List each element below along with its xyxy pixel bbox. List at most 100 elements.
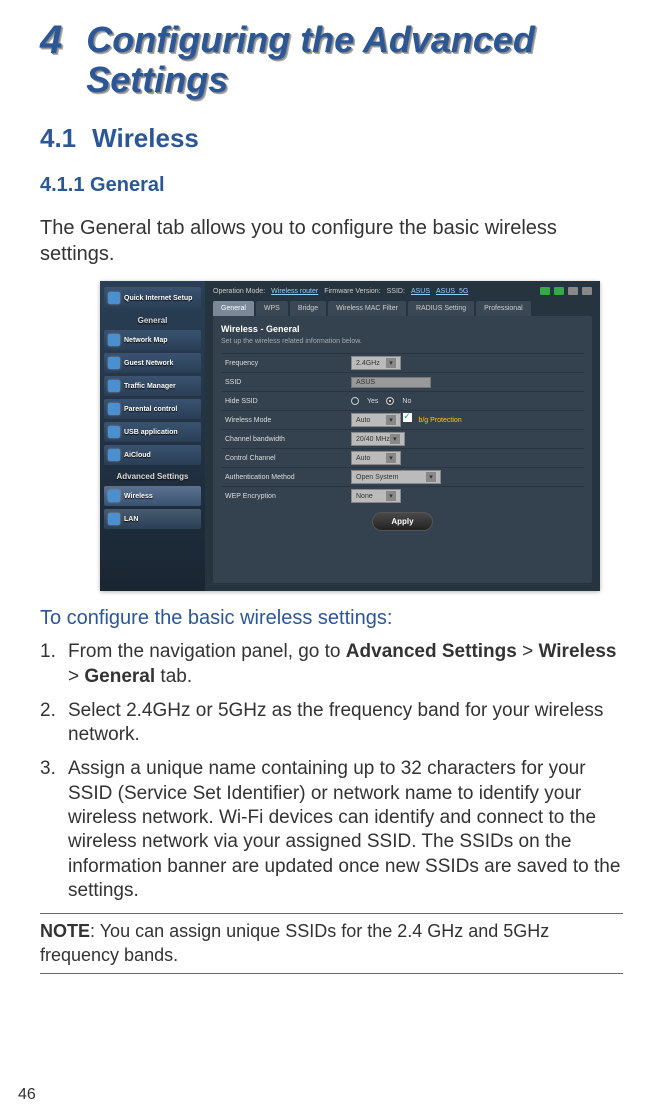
usb-icon xyxy=(108,426,120,438)
subsection-heading: 4.1.1 General xyxy=(40,174,623,197)
sidebar-item-label: AiCloud xyxy=(124,452,151,459)
sidebar-item-parental-control[interactable]: Parental control xyxy=(104,399,201,419)
chevron-down-icon: ▾ xyxy=(386,453,396,463)
chevron-down-icon: ▾ xyxy=(386,491,396,501)
sidebar-item-label: LAN xyxy=(124,516,138,523)
map-icon xyxy=(108,334,120,346)
section-title: Wireless xyxy=(92,123,199,153)
tab-wps[interactable]: WPS xyxy=(256,301,288,316)
router-screenshot: Quick Internet Setup General Network Map… xyxy=(100,281,600,591)
form-row-wireless-mode: Wireless Mode Auto▾ b/g Protection xyxy=(221,410,584,429)
control-channel-select[interactable]: Auto▾ xyxy=(351,451,401,465)
page-number: 46 xyxy=(18,1086,36,1104)
instructions-heading: To configure the basic wireless settings… xyxy=(40,607,623,630)
ssid-2-link[interactable]: ASUS_5G xyxy=(436,288,468,295)
note-text: You can assign unique SSIDs for the 2.4 … xyxy=(40,921,549,964)
chapter-heading: 4 Configuring the Advanced Settings xyxy=(40,20,623,99)
sidebar-item-traffic-manager[interactable]: Traffic Manager xyxy=(104,376,201,396)
step-3: Assign a unique name containing up to 32… xyxy=(40,757,623,903)
panel-title: Wireless - General xyxy=(221,324,584,334)
form-row-frequency: Frequency 2.4GHz▾ xyxy=(221,353,584,372)
bg-protection-label: b/g Protection xyxy=(418,417,461,424)
wireless-mode-label: Wireless Mode xyxy=(221,417,351,424)
sidebar-item-quick-setup[interactable]: Quick Internet Setup xyxy=(104,287,201,309)
router-topbar: Operation Mode: Wireless router Firmware… xyxy=(205,281,600,301)
op-mode-label: Operation Mode: xyxy=(213,288,265,295)
tab-mac-filter[interactable]: Wireless MAC Filter xyxy=(328,301,406,316)
hide-ssid-no-radio[interactable] xyxy=(386,397,394,405)
step-1: From the navigation panel, go to Advance… xyxy=(40,640,623,689)
sidebar-item-label: USB application xyxy=(124,429,178,436)
tab-general[interactable]: General xyxy=(213,301,254,316)
guest-icon xyxy=(108,357,120,369)
section-number: 4.1 xyxy=(40,123,76,153)
sidebar-item-label: Quick Internet Setup xyxy=(124,295,192,302)
sidebar-item-label: Traffic Manager xyxy=(124,383,176,390)
sidebar-item-usb-application[interactable]: USB application xyxy=(104,422,201,442)
channel-bw-label: Channel bandwidth xyxy=(221,436,351,443)
sidebar-header-general: General xyxy=(104,312,201,327)
sidebar-item-label: Wireless xyxy=(124,493,153,500)
sidebar-item-network-map[interactable]: Network Map xyxy=(104,330,201,350)
note-label: NOTE xyxy=(40,921,90,941)
chevron-down-icon: ▾ xyxy=(386,358,396,368)
firmware-label: Firmware Version: xyxy=(324,288,380,295)
lan-icon xyxy=(108,513,120,525)
ssid-1-link[interactable]: ASUS xyxy=(411,288,430,295)
chevron-down-icon: ▾ xyxy=(426,472,436,482)
channel-bw-select[interactable]: 20/40 MHz▾ xyxy=(351,432,405,446)
hide-ssid-label: Hide SSID xyxy=(221,398,351,405)
note-block: NOTE: You can assign unique SSIDs for th… xyxy=(40,913,623,974)
sidebar-item-label: Network Map xyxy=(124,337,168,344)
sidebar-item-wireless[interactable]: Wireless xyxy=(104,486,201,506)
tab-bridge[interactable]: Bridge xyxy=(290,301,326,316)
lock-icon xyxy=(108,403,120,415)
rocket-icon xyxy=(108,292,120,304)
hide-ssid-yes-radio[interactable] xyxy=(351,397,359,405)
cloud-icon xyxy=(108,449,120,461)
section-heading: 4.1 Wireless xyxy=(40,123,623,154)
instructions-list: From the navigation panel, go to Advance… xyxy=(40,640,623,903)
ssid-label: SSID: xyxy=(387,288,405,295)
ssid-input[interactable]: ASUS xyxy=(351,377,431,388)
wireless-mode-select[interactable]: Auto▾ xyxy=(351,413,401,427)
form-row-control-channel: Control Channel Auto▾ xyxy=(221,448,584,467)
intro-paragraph: The General tab allows you to configure … xyxy=(40,215,623,267)
form-row-ssid: SSID ASUS xyxy=(221,372,584,391)
usb-status-icon xyxy=(568,287,578,295)
router-tabs: General WPS Bridge Wireless MAC Filter R… xyxy=(205,301,600,316)
sidebar-item-label: Parental control xyxy=(124,406,177,413)
apply-button[interactable]: Apply xyxy=(372,512,432,531)
control-channel-label: Control Channel xyxy=(221,455,351,462)
wep-label: WEP Encryption xyxy=(221,493,351,500)
status-icon xyxy=(540,287,550,295)
chapter-number: 4 xyxy=(40,20,62,60)
tab-professional[interactable]: Professional xyxy=(476,301,531,316)
sidebar-header-advanced: Advanced Settings xyxy=(104,468,201,483)
auth-method-label: Authentication Method xyxy=(221,474,351,481)
sidebar-item-guest-network[interactable]: Guest Network xyxy=(104,353,201,373)
form-row-wep: WEP Encryption None▾ xyxy=(221,486,584,505)
status-icon xyxy=(554,287,564,295)
router-sidebar: Quick Internet Setup General Network Map… xyxy=(100,281,205,591)
form-row-auth-method: Authentication Method Open System▾ xyxy=(221,467,584,486)
frequency-label: Frequency xyxy=(221,360,351,367)
wireless-icon xyxy=(108,490,120,502)
wep-select[interactable]: None▾ xyxy=(351,489,401,503)
op-mode-link[interactable]: Wireless router xyxy=(271,288,318,295)
chevron-down-icon: ▾ xyxy=(390,434,400,444)
frequency-select[interactable]: 2.4GHz▾ xyxy=(351,356,401,370)
auth-method-select[interactable]: Open System▾ xyxy=(351,470,441,484)
chevron-down-icon: ▾ xyxy=(386,415,396,425)
usb-status-icon xyxy=(582,287,592,295)
sidebar-item-label: Guest Network xyxy=(124,360,173,367)
bg-protection-checkbox[interactable] xyxy=(403,413,412,422)
wireless-general-panel: Wireless - General Set up the wireless r… xyxy=(213,316,592,583)
form-row-hide-ssid: Hide SSID Yes No xyxy=(221,391,584,410)
sidebar-item-aicloud[interactable]: AiCloud xyxy=(104,445,201,465)
subsection-number: 4.1.1 xyxy=(40,174,84,196)
step-2: Select 2.4GHz or 5GHz as the frequency b… xyxy=(40,699,623,748)
sidebar-item-lan[interactable]: LAN xyxy=(104,509,201,529)
subsection-title: General xyxy=(90,174,164,196)
tab-radius[interactable]: RADIUS Setting xyxy=(408,301,474,316)
